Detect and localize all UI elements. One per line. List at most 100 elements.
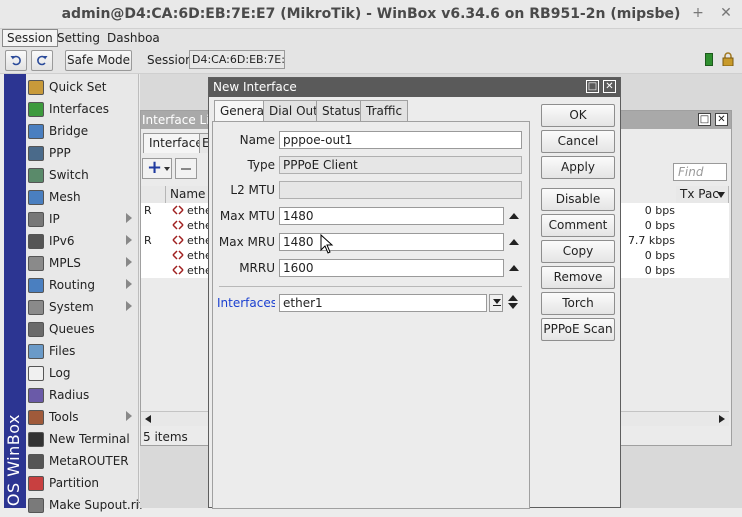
chevron-down-icon — [493, 299, 501, 304]
mesh-icon — [28, 190, 44, 205]
sidebar-item-label: IP — [49, 212, 60, 226]
sidebar-item-ppp[interactable]: PPP — [26, 143, 139, 165]
l2mtu-label: L2 MTU — [230, 183, 275, 197]
dropdown-underline-icon — [493, 305, 501, 306]
scroll-right-icon[interactable] — [719, 415, 725, 423]
scroll-left-icon[interactable] — [145, 415, 151, 423]
sidebar-item-label: Queues — [49, 322, 95, 336]
iflist-close-icon[interactable]: ✕ — [715, 113, 728, 126]
menu-dashboard[interactable]: Dashboard — [103, 29, 160, 47]
ipv6-icon — [28, 234, 44, 249]
apply-button[interactable]: Apply — [541, 156, 615, 179]
sidebar-item-files[interactable]: Files — [26, 341, 139, 363]
row-flag: R — [144, 204, 152, 217]
mpls-icon — [28, 256, 44, 271]
add-button[interactable]: + — [142, 157, 172, 179]
sidebar-item-ipv6[interactable]: IPv6 — [26, 231, 139, 253]
ok-button[interactable]: OK — [541, 104, 615, 127]
remove-button[interactable] — [175, 158, 197, 179]
close-icon[interactable]: ✕ — [718, 5, 734, 21]
undo-button[interactable] — [5, 50, 27, 71]
sidebar-item-bridge[interactable]: Bridge — [26, 121, 139, 143]
torch-button[interactable]: Torch — [541, 292, 615, 315]
sidebar-item-ip[interactable]: IP — [26, 209, 139, 231]
dialog-close-icon[interactable]: ✕ — [603, 80, 616, 93]
sidebar-item-routing[interactable]: Routing — [26, 275, 139, 297]
sidebar-item-radius[interactable]: Radius — [26, 385, 139, 407]
sidebar-item-switch[interactable]: Switch — [26, 165, 139, 187]
interfaces-spin-icon[interactable] — [508, 295, 518, 311]
submenu-arrow-icon — [126, 235, 132, 245]
copy-button[interactable]: Copy — [541, 240, 615, 263]
type-label: Type — [247, 158, 275, 172]
iflist-maximize-icon[interactable]: □ — [698, 113, 711, 126]
mrru-collapse-icon[interactable] — [509, 265, 519, 271]
redo-icon — [37, 55, 48, 66]
separator — [219, 286, 522, 287]
tab-traffic[interactable]: Traffic — [360, 100, 409, 122]
maximize-icon[interactable]: + — [690, 5, 706, 21]
column-menu-icon — [717, 192, 725, 198]
menu-session[interactable]: Session — [2, 29, 58, 47]
row-tx: 0 bps — [644, 219, 675, 232]
general-panel: Name pppoe-out1 Type PPPoE Client L2 MTU… — [212, 121, 530, 509]
disable-button[interactable]: Disable — [541, 188, 615, 211]
cancel-button[interactable]: Cancel — [541, 130, 615, 153]
dialog-maximize-icon[interactable]: □ — [586, 80, 599, 93]
ip-icon — [28, 212, 44, 227]
interfaces-label[interactable]: Interfaces — [217, 296, 275, 310]
interfaces-select[interactable]: ether1 — [279, 294, 487, 312]
minimize-icon[interactable]: – — [658, 5, 674, 21]
tab-dial-out[interactable]: Dial Out — [263, 100, 324, 122]
sidebar-item-mpls[interactable]: MPLS — [26, 253, 139, 275]
sidebar-item-make-supout-rif[interactable]: Make Supout.rif — [26, 495, 143, 517]
find-input[interactable]: Find — [673, 163, 727, 181]
remove-button[interactable]: Remove — [541, 266, 615, 289]
menu-setting[interactable]: Setting — [53, 29, 104, 47]
max-mru-input[interactable]: 1480 — [279, 233, 504, 251]
submenu-arrow-icon — [126, 279, 132, 289]
sidebar-item-new-terminal[interactable]: New Terminal — [26, 429, 139, 451]
window-title-bar: admin@D4:CA:6D:EB:7E:E7 (MikroTik) - Win… — [0, 0, 742, 29]
max-mru-collapse-icon[interactable] — [509, 239, 519, 245]
ethernet-icon — [172, 235, 184, 245]
ethernet-icon — [172, 220, 184, 230]
submenu-arrow-icon — [126, 411, 132, 421]
col-name[interactable]: Name — [166, 186, 211, 203]
max-mtu-input[interactable]: 1480 — [279, 207, 504, 225]
sidebar-item-label: Interfaces — [49, 102, 109, 116]
sidebar-item-system[interactable]: System — [26, 297, 139, 319]
lock-icon — [722, 52, 734, 69]
quick-set-icon — [28, 80, 44, 95]
row-tx: 0 bps — [644, 204, 675, 217]
sidebar-item-metarouter[interactable]: MetaROUTER — [26, 451, 139, 473]
sidebar-item-label: MetaROUTER — [49, 454, 129, 468]
pppoe-scan-button[interactable]: PPPoE Scan — [541, 318, 615, 341]
session-label: Session — [147, 53, 193, 67]
undo-icon — [10, 55, 21, 66]
sidebar-item-partition[interactable]: Partition — [26, 473, 139, 495]
mrru-input[interactable]: 1600 — [279, 259, 504, 277]
col-flag[interactable] — [141, 186, 166, 203]
col-tx[interactable]: Tx Pac — [676, 186, 729, 203]
max-mtu-label: Max MTU — [219, 209, 275, 223]
comment-button[interactable]: Comment — [541, 214, 615, 237]
sidebar-item-log[interactable]: Log — [26, 363, 139, 385]
tab-status[interactable]: Status — [316, 100, 367, 122]
sidebar-item-queues[interactable]: Queues — [26, 319, 139, 341]
sidebar-item-tools[interactable]: Tools — [26, 407, 139, 429]
submenu-arrow-icon — [126, 301, 132, 311]
safe-mode-button[interactable]: Safe Mode — [65, 50, 132, 71]
sidebar-item-label: New Terminal — [49, 432, 130, 446]
mouse-cursor-icon — [320, 233, 334, 257]
interfaces-dropdown-button[interactable] — [489, 294, 503, 312]
sidebar-item-mesh[interactable]: Mesh — [26, 187, 139, 209]
menu-bar: Session Setting Dashboard — [0, 29, 742, 47]
sidebar-item-quick-set[interactable]: Quick Set — [26, 77, 139, 99]
name-input[interactable]: pppoe-out1 — [279, 131, 522, 149]
status-indicator-icon — [705, 53, 713, 66]
max-mtu-collapse-icon[interactable] — [509, 213, 519, 219]
l2mtu-field — [279, 181, 522, 199]
sidebar-item-interfaces[interactable]: Interfaces — [26, 99, 139, 121]
redo-button[interactable] — [31, 50, 53, 71]
